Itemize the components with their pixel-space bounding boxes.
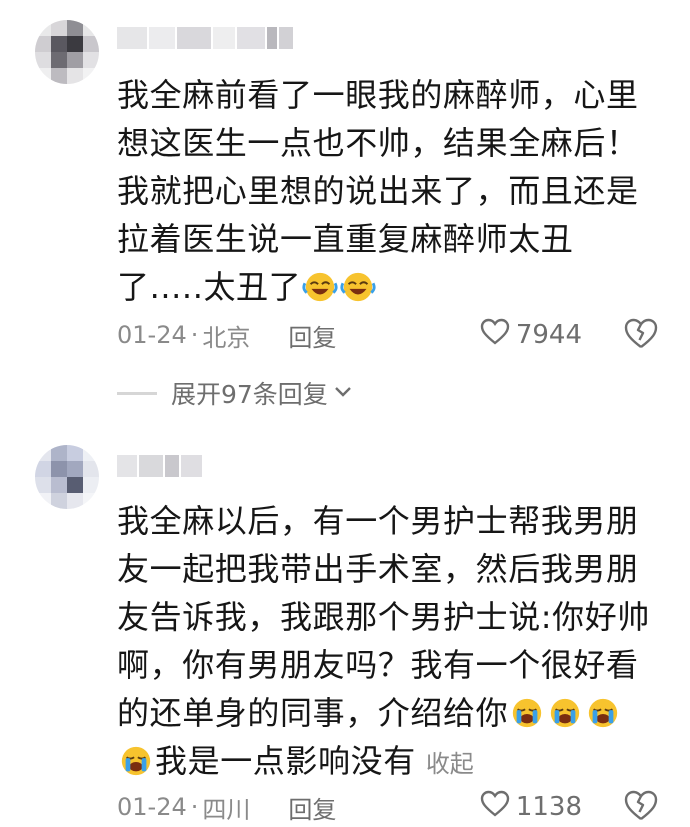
broken-heart-icon — [623, 318, 659, 355]
expand-replies-label: 展开97条回复 — [171, 380, 328, 409]
comment-text: 我全麻以后，有一个男护士帮我男朋友一起把我带出手术室，然后我男朋友告诉我，我跟那… — [117, 497, 657, 788]
comment-meta: 01-24 · 四川 回复 — [117, 787, 336, 827]
comment-text-content: 我全麻前看了一眼我的麻醉师，心里想这医生一点也不帅，结果全麻后！我就把心里想的说… — [117, 76, 639, 306]
meta-separator: · — [190, 321, 199, 349]
like-button[interactable]: 7944 — [480, 315, 582, 355]
sob-emoji-icon — [546, 696, 584, 730]
like-count: 1138 — [515, 792, 582, 822]
comment-text-tail: 我是一点影响没有 — [155, 742, 416, 780]
rofl-emoji-icon — [301, 270, 339, 304]
sob-emoji-icon — [508, 696, 546, 730]
meta-separator: · — [190, 793, 199, 821]
heart-icon — [480, 790, 510, 825]
like-count: 7944 — [515, 320, 582, 350]
dislike-button[interactable] — [623, 317, 659, 353]
collapse-button[interactable]: 收起 — [426, 750, 474, 778]
sob-emoji-icon — [584, 696, 622, 730]
username-blurred[interactable] — [117, 27, 297, 49]
broken-heart-icon — [623, 790, 659, 827]
chevron-down-icon — [332, 379, 354, 408]
comment-location: 北京 — [202, 323, 251, 352]
reply-button[interactable]: 回复 — [288, 790, 336, 825]
heart-icon — [480, 318, 510, 353]
reply-button[interactable]: 回复 — [288, 318, 336, 353]
comment-date: 01-24 — [117, 793, 187, 821]
avatar[interactable] — [35, 445, 99, 509]
comment-date: 01-24 — [117, 321, 187, 349]
rofl-emoji-icon — [339, 270, 377, 304]
expand-replies-button[interactable]: 展开97条回复 — [117, 373, 354, 413]
dislike-button[interactable] — [623, 789, 659, 825]
avatar[interactable] — [35, 20, 99, 84]
comment-text: 我全麻前看了一眼我的麻醉师，心里想这医生一点也不帅，结果全麻后！我就把心里想的说… — [117, 71, 657, 311]
sob-emoji-icon — [117, 744, 155, 778]
like-button[interactable]: 1138 — [480, 787, 582, 827]
comment-meta: 01-24 · 北京 回复 — [117, 315, 336, 355]
expand-divider — [117, 391, 157, 395]
username-blurred[interactable] — [117, 455, 202, 477]
comment-location: 四川 — [202, 795, 251, 824]
